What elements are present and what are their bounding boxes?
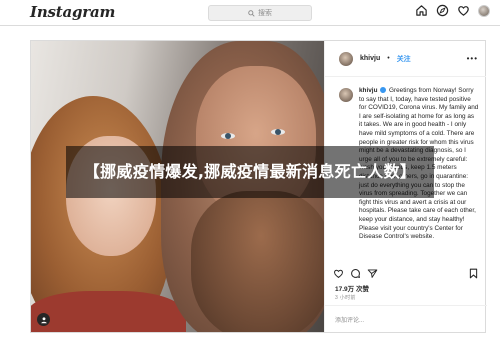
compass-icon[interactable]	[436, 4, 449, 17]
instagram-logo[interactable]: Instagram	[30, 3, 115, 21]
separator-dot: •	[387, 55, 390, 62]
more-options-icon[interactable]: •••	[467, 54, 478, 63]
post-header: khivju • 关注 •••	[325, 41, 486, 77]
post-timestamp: 3 小时前	[335, 295, 356, 301]
follow-button[interactable]: 关注	[397, 54, 411, 64]
home-icon[interactable]	[415, 4, 428, 17]
photo-man-eye-left	[221, 133, 235, 139]
caption-username[interactable]: khivju	[359, 87, 377, 94]
caption-avatar[interactable]	[339, 88, 353, 102]
share-icon[interactable]	[367, 268, 378, 279]
headline-banner: 【挪威疫情爆发,挪威疫情最新消息死亡人数】	[66, 146, 434, 198]
author-username[interactable]: khivju	[360, 55, 380, 62]
comment-icon[interactable]	[350, 268, 361, 279]
comment-input[interactable]: 添加评论...	[325, 305, 487, 332]
profile-avatar[interactable]	[478, 4, 490, 17]
user-tag-icon[interactable]	[37, 313, 50, 326]
top-nav: Instagram 搜索	[0, 0, 500, 26]
like-icon[interactable]	[333, 268, 344, 279]
search-icon	[248, 9, 255, 17]
author-avatar[interactable]	[339, 51, 353, 66]
headline-text: 【挪威疫情爆发,挪威疫情最新消息死亡人数】	[83, 162, 417, 181]
heart-icon[interactable]	[457, 4, 470, 17]
search-input[interactable]: 搜索	[208, 5, 312, 21]
verified-badge-icon	[380, 87, 387, 93]
photo-man-beard	[191, 191, 324, 332]
likes-count[interactable]: 17.9万 次赞	[335, 283, 369, 293]
photo-woman-shirt	[31, 291, 186, 332]
photo-man-eye-right	[271, 129, 285, 135]
search-placeholder: 搜索	[258, 10, 272, 17]
bookmark-icon[interactable]	[468, 268, 479, 279]
nav-icons	[415, 4, 490, 17]
post-actions	[333, 266, 479, 280]
